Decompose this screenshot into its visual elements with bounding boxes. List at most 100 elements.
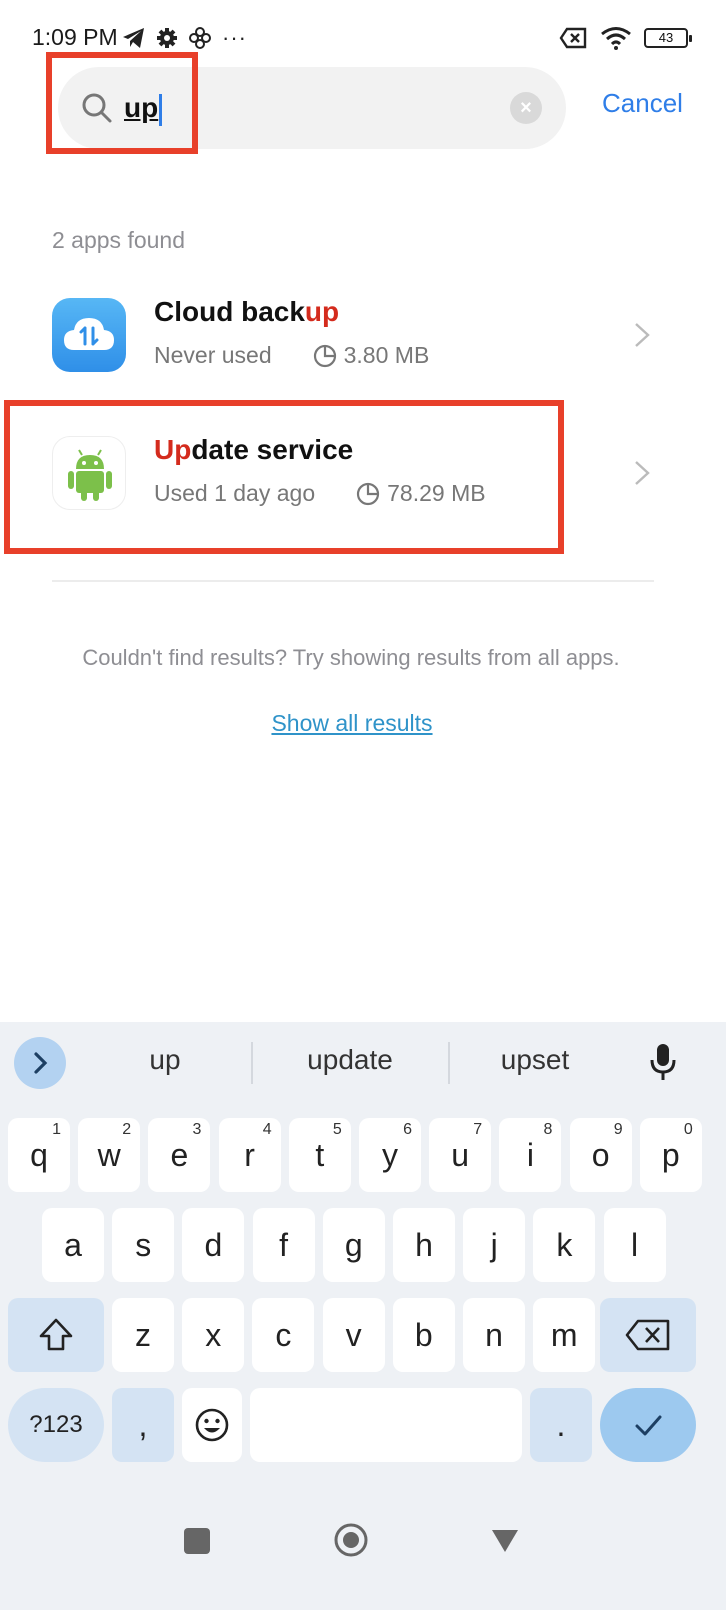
key-d[interactable]: d [182,1208,245,1282]
key-letter: t [315,1137,325,1173]
key-p[interactable]: p0 [639,1118,702,1192]
key-g[interactable]: g [322,1208,385,1282]
emoji-icon [195,1408,229,1442]
key-z[interactable]: z [112,1298,174,1372]
key-x[interactable]: x [182,1298,245,1372]
key-number-hint: 8 [543,1121,553,1138]
key-l[interactable]: l [603,1208,666,1282]
app-meta: Never used 3.80 MB [154,342,429,369]
storage-pie-icon [313,344,336,367]
divider [52,580,654,582]
key-u[interactable]: u7 [429,1118,492,1192]
cancel-button[interactable]: Cancel [602,88,683,119]
key-j[interactable]: j [463,1208,526,1282]
app-size: 3.80 MB [312,342,430,369]
key-number-hint: 9 [613,1121,623,1138]
status-time: 1:09 PM [32,24,118,50]
key-k[interactable]: k [533,1208,596,1282]
suggestion-1[interactable]: up [110,1044,220,1076]
key-q[interactable]: q1 [8,1118,70,1192]
status-notification-icons: ··· [122,24,247,52]
key-i[interactable]: i8 [499,1118,562,1192]
key-letter: r [244,1137,255,1173]
key-letter: y [382,1137,398,1173]
key-letter: o [591,1137,610,1173]
cloud-icon [64,318,114,350]
shift-icon [39,1318,73,1351]
app-name-match: up [304,296,340,327]
navigation-bar [0,1490,726,1610]
chevron-right-icon [635,323,650,347]
search-input-highlight [46,52,198,154]
key-f[interactable]: f [252,1208,315,1282]
battery-indicator: 43 [644,28,692,48]
update-service-highlight [4,400,564,554]
key-b[interactable]: b [392,1298,455,1372]
key-number-hint: 3 [192,1121,202,1138]
backspace-key[interactable] [600,1298,696,1372]
suggestion-3[interactable]: upset [470,1044,600,1076]
key-number-hint: 5 [332,1121,342,1138]
key-number-hint: 2 [122,1121,132,1138]
key-number-hint: 7 [473,1121,483,1138]
suggestion-separator [448,1042,450,1084]
back-button[interactable] [490,1528,520,1554]
key-s[interactable]: s [112,1208,175,1282]
enter-key[interactable] [600,1388,696,1462]
space-bar[interactable] [250,1388,522,1462]
wifi-icon [601,27,631,50]
key-t[interactable]: t5 [288,1118,351,1192]
app-usage: Never used [154,342,272,368]
microphone-icon[interactable] [648,1042,678,1082]
key-number-hint: 0 [683,1121,693,1138]
results-count: 2 apps found [52,227,186,253]
app-name: Cloud backup [154,296,339,328]
key-c[interactable]: c [252,1298,315,1372]
comma-key[interactable]: , [112,1388,174,1462]
key-m[interactable]: m [533,1298,596,1372]
key-letter: q [30,1137,48,1173]
key-number-hint: 6 [403,1121,412,1138]
key-n[interactable]: n [463,1298,525,1372]
suggestion-separator [251,1042,253,1084]
key-e[interactable]: e3 [148,1118,211,1192]
suggestion-2[interactable]: update [270,1044,430,1076]
checkmark-icon [635,1415,662,1436]
home-button[interactable] [333,1522,369,1558]
gear-icon [157,28,177,48]
key-r[interactable]: r4 [218,1118,281,1192]
key-v[interactable]: v [322,1298,385,1372]
chevron-right-icon [34,1052,48,1074]
close-icon: × [520,97,532,119]
show-all-results-link[interactable]: Show all results [0,710,704,737]
cloud-backup-app-icon [52,298,126,372]
backspace-icon [625,1319,670,1351]
key-letter: p [661,1137,680,1173]
key-letter: i [526,1137,534,1173]
app-size-value: 3.80 MB [343,342,430,368]
key-letter: u [451,1137,470,1173]
key-h[interactable]: h [393,1208,455,1282]
period-key[interactable]: . [530,1388,592,1462]
key-y[interactable]: y6 [359,1118,421,1192]
sim-disabled-icon [559,27,587,49]
emoji-key[interactable] [182,1388,242,1462]
telegram-icon [123,28,144,48]
app-result-cloud-backup[interactable]: Cloud backup Never used 3.80 MB [52,296,672,408]
suggestion-bar: up update upset [0,1022,726,1104]
key-o[interactable]: o9 [569,1118,632,1192]
clear-search-button[interactable]: × [510,92,542,124]
shift-key[interactable] [8,1298,104,1372]
no-results-hint: Couldn't find results? Try showing resul… [82,645,620,670]
recents-button[interactable] [184,1528,210,1554]
key-number-hint: 1 [52,1121,61,1138]
pinwheel-icon [189,27,211,49]
key-a[interactable]: a [42,1208,104,1282]
more-notifications-icon: ··· [222,25,247,50]
symbols-key[interactable]: ?123 [8,1388,104,1462]
key-number-hint: 4 [262,1121,272,1138]
key-letter: w [97,1137,121,1173]
keyboard-menu-button[interactable] [14,1037,66,1089]
key-w[interactable]: w2 [78,1118,141,1192]
key-letter: e [170,1137,189,1173]
